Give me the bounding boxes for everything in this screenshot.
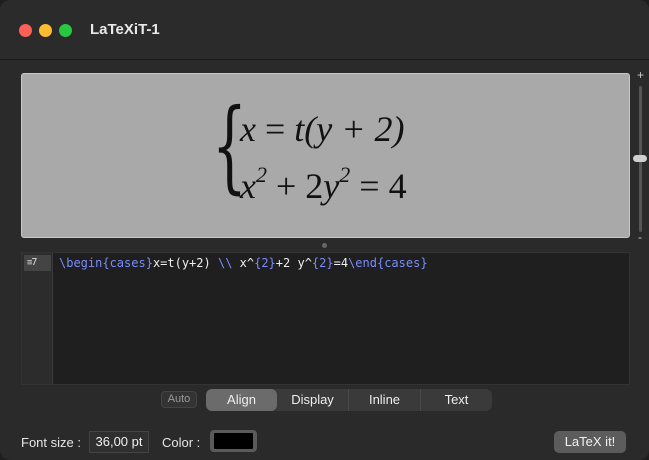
minimize-window-button[interactable] — [39, 24, 52, 37]
title-bar: LaTeXiT-1 — [0, 0, 649, 60]
line2-a: x — [240, 166, 256, 206]
line-gutter: ≡7 — [22, 253, 53, 384]
zoom-slider-knob[interactable] — [633, 155, 647, 162]
line2-mid: + 2 — [266, 166, 324, 206]
line2-b-exp: 2 — [339, 162, 351, 187]
line2-rhs: 4 — [388, 166, 407, 206]
color-swatch — [214, 433, 253, 449]
code-token: x^ — [232, 256, 255, 270]
code-token: x=t(y+2) — [152, 256, 218, 270]
mode-display[interactable]: Display — [277, 389, 349, 411]
line1-op: = — [255, 109, 295, 149]
code-token: \end — [348, 256, 377, 270]
latex-it-button[interactable]: LaTeX it! — [554, 431, 626, 453]
color-label: Color : — [162, 435, 201, 450]
code-token: {cases} — [376, 256, 428, 270]
mode-segmented-control[interactable]: Align Display Inline Text — [206, 389, 492, 411]
code-token: \\ — [217, 256, 233, 270]
code-token: {2} — [311, 256, 334, 270]
formula-line-1: x = t(y + 2) — [240, 108, 405, 150]
line2-a-exp: 2 — [255, 162, 267, 187]
latex-source-editor[interactable]: ≡7 \begin{cases}x=t(y+2) \\ x^{2}+2 y^{2… — [21, 252, 630, 385]
line1-rhs: t(y + 2) — [294, 109, 405, 149]
line2-b: y — [323, 166, 340, 206]
font-size-field[interactable]: 36,00 pt — [89, 431, 149, 453]
formula-preview[interactable]: { x = t(y + 2) x2 + 2y2 = 4 — [21, 73, 630, 238]
mode-align[interactable]: Align — [206, 389, 277, 411]
formula-line-2: x2 + 2y2 = 4 — [240, 162, 407, 207]
auto-mode-button[interactable]: Auto — [161, 391, 197, 408]
zoom-in-label: + — [637, 68, 645, 82]
code-token: =4 — [333, 256, 349, 270]
code-token: +2 y^ — [275, 256, 312, 270]
code-token: \begin — [59, 256, 103, 270]
latexit-window: LaTeXiT-1 { x = t(y + 2) x2 + 2y2 = 4 + … — [0, 0, 649, 460]
code-token: {cases} — [102, 256, 153, 270]
split-view-handle[interactable] — [322, 243, 327, 248]
zoom-out-label: - — [638, 230, 642, 244]
line1-lhs: x — [240, 109, 256, 149]
font-size-label: Font size : — [21, 435, 81, 450]
code-token: {2} — [254, 256, 276, 270]
window-title: LaTeXiT-1 — [90, 21, 160, 38]
mode-inline[interactable]: Inline — [349, 389, 421, 411]
mode-text[interactable]: Text — [421, 389, 492, 411]
line2-op: = — [350, 166, 389, 206]
line-number: 7 — [31, 257, 38, 268]
zoom-window-button[interactable] — [59, 24, 72, 37]
color-well[interactable] — [210, 430, 257, 452]
line-number-box: ≡7 — [24, 255, 51, 271]
close-window-button[interactable] — [19, 24, 32, 37]
source-code[interactable]: \begin{cases}x=t(y+2) \\ x^{2}+2 y^{2}=4… — [59, 255, 428, 271]
rendered-formula: { x = t(y + 2) x2 + 2y2 = 4 — [212, 87, 462, 216]
